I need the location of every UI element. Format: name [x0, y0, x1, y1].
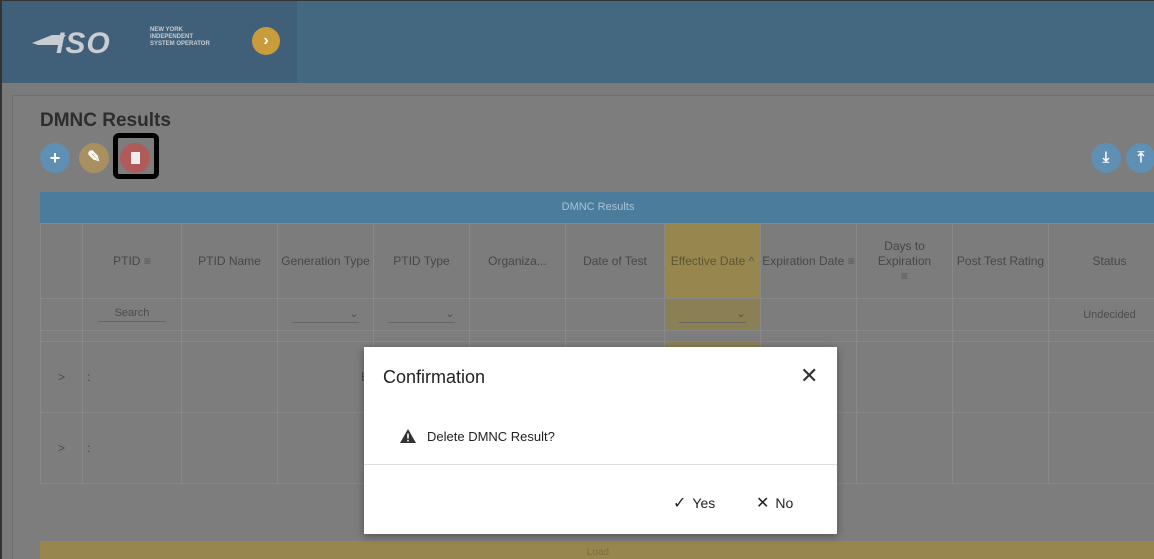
upload-icon: ⤒ — [1137, 149, 1145, 166]
sort-ascending-icon[interactable]: ^ — [749, 254, 755, 268]
filter-sort-icon[interactable]: ≡ — [848, 254, 855, 268]
chevron-down-icon: ⌄ — [736, 307, 746, 320]
col-days-to-expiration-header[interactable]: Days to Expiration ≡ — [856, 223, 953, 299]
chevron-down-icon: ⌄ — [445, 307, 455, 320]
app-frame: ISO NEW YORK INDEPENDENT SYSTEM OPERATOR… — [0, 0, 1154, 559]
dialog-title: Confirmation — [383, 367, 486, 387]
pencil-icon: ✎ — [87, 149, 101, 166]
edit-button[interactable]: ✎ — [79, 143, 109, 173]
col-ptid-name-header[interactable]: PTID Name — [181, 223, 278, 299]
ptid-search-input[interactable]: Search — [97, 307, 167, 322]
col-date-of-test-header[interactable]: Date of Test — [565, 223, 665, 299]
download-button[interactable]: ⤓ — [1091, 143, 1121, 173]
dialog-message: Delete DMNC Result? — [427, 429, 555, 444]
generation-type-filter-dropdown[interactable]: ⌄ — [292, 307, 359, 323]
col-organization-header[interactable]: Organiza... — [469, 223, 566, 299]
col-status-header[interactable]: Status — [1048, 223, 1154, 299]
col-generation-type-header[interactable]: Generation Type — [277, 223, 374, 299]
col-ptid-header[interactable]: PTID ≡ — [82, 223, 182, 299]
table-header-row: PTID ≡ PTID Name Generation Type PTID Ty… — [40, 223, 1154, 299]
grid-title: DMNC Results — [40, 192, 1154, 223]
page-title: DMNC Results — [40, 110, 171, 131]
upload-button[interactable]: ⤒ — [1126, 143, 1154, 173]
dialog-divider — [364, 464, 837, 465]
table-spacer-row — [40, 330, 1154, 342]
col-ptid-type-header[interactable]: PTID Type — [373, 223, 470, 299]
chevron-right-icon: › — [263, 32, 269, 49]
delete-button-highlight — [113, 133, 159, 179]
close-icon[interactable]: ✕ — [800, 364, 818, 388]
status-filter[interactable]: Undecided — [1048, 298, 1154, 331]
filter-sort-icon[interactable]: ≡ — [144, 254, 151, 268]
ptid-type-filter-dropdown[interactable]: ⌄ — [388, 307, 455, 323]
top-bar: ISO NEW YORK INDEPENDENT SYSTEM OPERATOR… — [2, 0, 1154, 83]
filter-sort-icon[interactable]: ≡ — [901, 269, 908, 283]
filter-row: Search ⌄ ⌄ ⌄ Undecided — [40, 298, 1154, 331]
confirmation-dialog: Confirmation ✕ Delete DMNC Result? ✓ Yes … — [364, 347, 837, 534]
logo-tagline: NEW YORK INDEPENDENT SYSTEM OPERATOR — [150, 27, 210, 47]
nyiso-logo: ISO NEW YORK INDEPENDENT SYSTEM OPERATOR — [32, 25, 232, 61]
warning-icon — [400, 429, 416, 443]
col-expand-header — [40, 223, 83, 299]
plus-icon: + — [49, 148, 61, 168]
effective-date-filter-dropdown[interactable]: ⌄ — [679, 307, 746, 323]
no-button[interactable]: ✕ No — [756, 493, 793, 513]
col-post-test-rating-header[interactable]: Post Test Rating — [952, 223, 1049, 299]
expand-menu-button[interactable]: › — [252, 27, 280, 55]
load-bar[interactable]: Load — [40, 541, 1154, 559]
chevron-down-icon: ⌄ — [349, 307, 359, 320]
yes-button[interactable]: ✓ Yes — [673, 493, 715, 513]
col-effective-date-header[interactable]: Effective Date ^ — [664, 223, 761, 299]
row-expand-button[interactable]: > — [40, 341, 83, 413]
logo-text: ISO — [56, 27, 111, 60]
col-expiration-date-header[interactable]: Expiration Date ≡ — [760, 223, 857, 299]
add-button[interactable]: + — [40, 143, 70, 173]
close-x-icon: ✕ — [756, 495, 770, 512]
checkmark-icon: ✓ — [673, 495, 687, 512]
download-icon: ⤓ — [1102, 149, 1110, 166]
row-expand-button[interactable]: > — [40, 412, 83, 484]
